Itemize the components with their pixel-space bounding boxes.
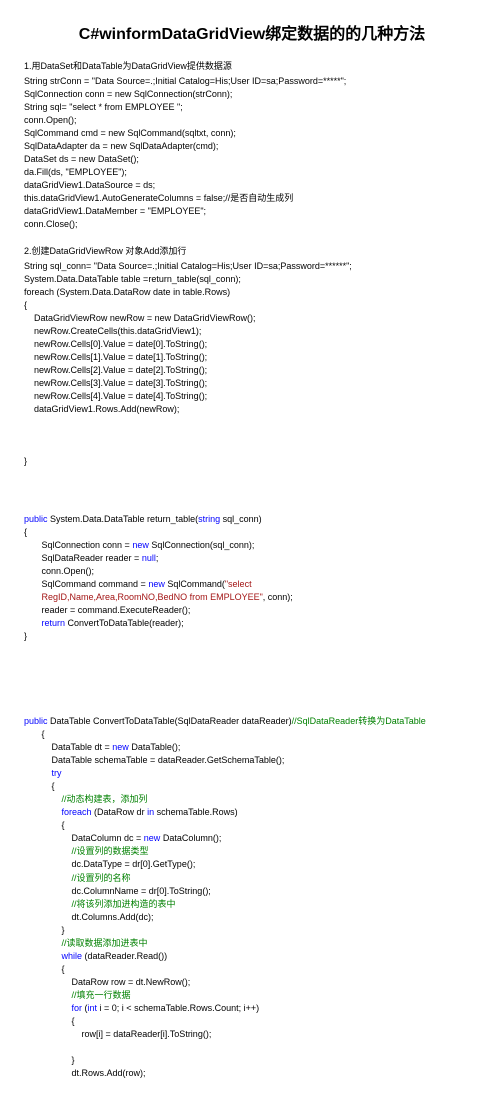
code-block-3: public System.Data.DataTable return_tabl… (24, 513, 480, 643)
section-1-title: 1.用DataSet和DataTable为DataGridView提供数据源 (24, 60, 480, 73)
code-block-2: String sql_conn= "Data Source=.;Initial … (24, 260, 480, 469)
document-page: C#winformDataGridView绑定数据的的几种方法 1.用DataS… (0, 0, 504, 1114)
code-block-1: String strConn = "Data Source=.;Initial … (24, 75, 480, 232)
section-2-title: 2.创建DataGridViewRow 对象Add添加行 (24, 245, 480, 258)
page-title: C#winformDataGridView绑定数据的的几种方法 (24, 20, 480, 44)
code-block-4: public DataTable ConvertToDataTable(SqlD… (24, 715, 480, 1080)
